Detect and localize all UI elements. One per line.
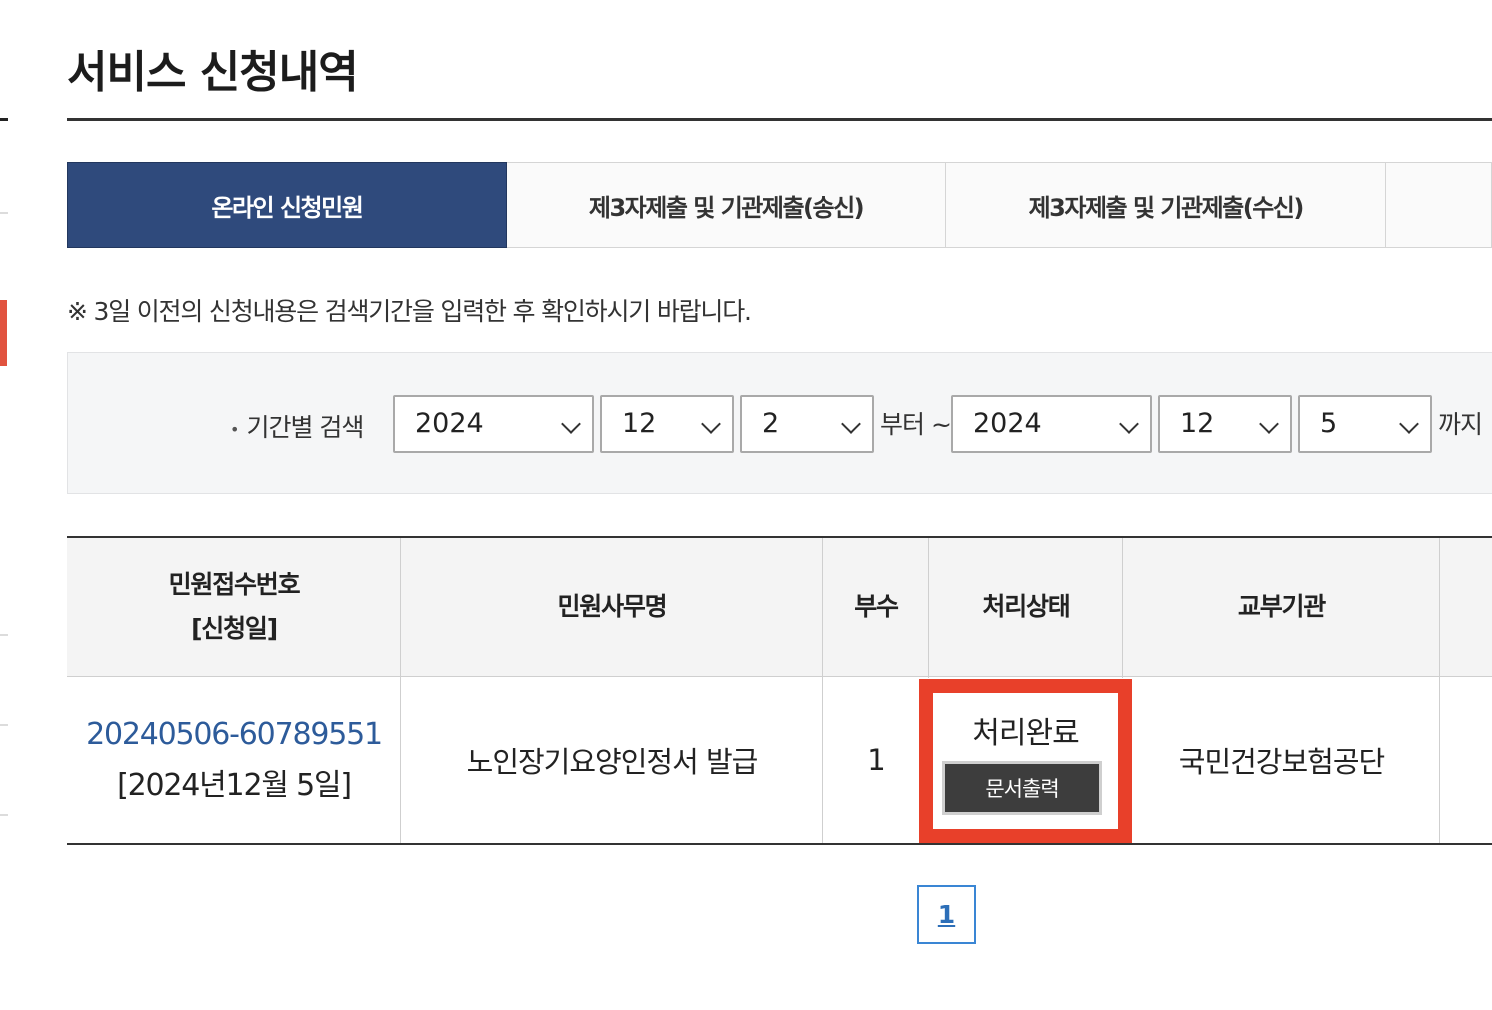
search-notice: ※ 3일 이전의 신청내용은 검색기간을 입력한 후 확인하시기 바랍니다. — [67, 297, 752, 326]
from-year-value: 2024 — [415, 408, 484, 439]
from-day-value: 2 — [762, 408, 780, 439]
from-month-select[interactable]: 12 — [600, 395, 734, 453]
tab-third-party-received[interactable]: 제3자제출 및 기관제출(수신) — [946, 162, 1387, 248]
chevron-down-icon — [1259, 414, 1279, 434]
header-receipt-line2: [신청일] — [191, 614, 278, 643]
apply-date: [2024년12월 5일] — [117, 767, 352, 803]
sidebar-edge-line — [0, 118, 8, 121]
page-title: 서비스 신청내역 — [67, 47, 359, 98]
header-receipt-line1: 민원접수번호 — [168, 570, 301, 599]
to-year-select[interactable]: 2024 — [951, 395, 1152, 453]
from-month-value: 12 — [622, 408, 657, 439]
from-label: 부터 ~ — [880, 410, 952, 439]
column-divider — [1122, 538, 1123, 678]
chevron-down-icon — [1119, 414, 1139, 434]
print-document-button[interactable]: 문서출력 — [942, 761, 1102, 815]
period-search-text: 기간별 검색 — [246, 413, 364, 442]
header-service-name: 민원사무명 — [557, 592, 667, 621]
to-label: 까지 — [1438, 410, 1483, 439]
header-status: 처리상태 — [982, 592, 1070, 621]
pagination-page-1[interactable]: 1 — [917, 885, 976, 944]
copies-cell: 1 — [867, 743, 885, 777]
chevron-down-icon — [701, 414, 721, 434]
from-day-select[interactable]: 2 — [740, 395, 874, 453]
tab-third-party-sent[interactable]: 제3자제출 및 기관제출(송신) — [506, 162, 947, 248]
to-day-select[interactable]: 5 — [1298, 395, 1432, 453]
to-year-value: 2024 — [973, 408, 1042, 439]
tab-bar: 온라인 신청민원 제3자제출 및 기관제출(송신) 제3자제출 및 기관제출(수… — [67, 162, 1492, 250]
to-month-select[interactable]: 12 — [1158, 395, 1292, 453]
chevron-down-icon — [841, 414, 861, 434]
sidebar-edge-divider — [0, 814, 8, 816]
issuing-agency-cell: 국민건강보험공단 — [1178, 745, 1385, 779]
receipt-number-link[interactable]: 20240506-60789551 — [86, 717, 383, 752]
sidebar-edge-divider — [0, 634, 8, 636]
header-receipt-number: 민원접수번호 [신청일] — [67, 538, 401, 676]
service-name-cell: 노인장기요양인정서 발급 — [466, 745, 759, 779]
chevron-down-icon — [561, 414, 581, 434]
column-divider — [928, 538, 929, 678]
table-row-receipt: 20240506-60789551 [2024년12월 5일] — [67, 677, 401, 843]
chevron-down-icon — [1399, 414, 1419, 434]
to-month-value: 12 — [1180, 408, 1215, 439]
bullet-icon: • — [230, 419, 239, 439]
status-cell: 처리완료 — [972, 716, 1079, 751]
to-day-value: 5 — [1320, 408, 1338, 439]
sidebar-edge-divider — [0, 724, 8, 726]
header-copies: 부수 — [854, 592, 899, 621]
title-divider — [67, 118, 1492, 121]
from-year-select[interactable]: 2024 — [393, 395, 594, 453]
tab-online-applications[interactable]: 온라인 신청민원 — [67, 162, 507, 248]
sidebar-active-indicator — [0, 300, 7, 366]
page: 서비스 신청내역 온라인 신청민원 제3자제출 및 기관제출(송신) 제3자제출… — [0, 0, 1492, 1010]
header-issuing-agency: 교부기관 — [1237, 592, 1326, 621]
period-search-label: • 기간별 검색 — [230, 408, 364, 444]
tab-partial-offscreen[interactable] — [1386, 162, 1492, 248]
sidebar-edge-divider — [0, 212, 8, 214]
table-bottom-border — [67, 843, 1492, 845]
